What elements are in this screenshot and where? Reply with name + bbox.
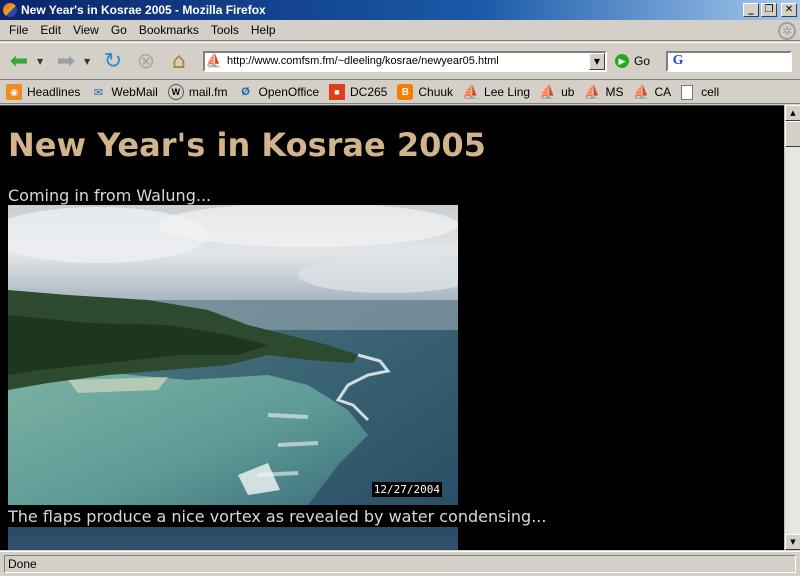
site-favicon-icon: ⛵ [205,53,223,69]
go-arrow-icon: ▶ [615,54,629,68]
menu-go[interactable]: Go [105,23,133,37]
rss-icon: ◉ [6,84,22,100]
menu-file[interactable]: File [3,23,34,37]
bookmark-ub[interactable]: ⛵ ub [539,83,574,100]
bookmark-mail-fm[interactable]: Wmail.fm [167,84,228,100]
blogger-icon: B [397,84,414,100]
w-logo-icon: W [167,84,184,100]
stop-button[interactable]: ⊗ [131,46,161,76]
search-box: G [666,50,793,72]
navigation-toolbar: ⬅ ▼ ➡ ▼ ↻ ⊗ ⌂ ⛵ ▼ ▶ Go G [0,42,800,80]
sail-icon: ⛵ [539,83,557,100]
bookmark-openoffice[interactable]: Ø OpenOffice [238,84,319,100]
page-title: New Year's in Kosrae 2005 [8,126,486,164]
back-history-dropdown[interactable]: ▼ [37,57,47,66]
scroll-up-button[interactable]: ▲ [785,105,800,121]
forward-history-dropdown[interactable]: ▼ [84,57,94,66]
photo-date-stamp: 12/27/2004 [371,482,442,497]
scroll-thumb[interactable] [785,121,800,147]
aerial-photo: 12/27/2004 [8,205,458,505]
sail-icon: ⛵ [583,83,602,100]
menu-help[interactable]: Help [245,23,282,37]
bookmark-chuuk[interactable]: B Chuuk [397,84,453,100]
bookmark-ca[interactable]: ⛵ CA [633,84,671,100]
url-history-dropdown[interactable]: ▼ [589,52,605,70]
vertical-scrollbar[interactable]: ▲ ▼ [784,105,800,550]
minimize-button[interactable]: _ [743,3,759,17]
page-icon [681,84,694,100]
throbber-icon: ✲ [778,22,796,40]
google-search-engine-icon[interactable]: G [668,53,688,69]
dc-icon: ■ [329,84,345,100]
mail-icon: ✉ [93,86,103,99]
back-button[interactable]: ⬅ [4,46,34,76]
page-content: New Year's in Kosrae 2005 Coming in from… [0,105,784,550]
go-button[interactable]: ▶ Go [615,54,650,68]
menu-tools[interactable]: Tools [205,23,245,37]
status-text: Done [4,555,796,573]
bookmark-headlines[interactable]: ◉ Headlines [6,84,80,100]
forward-button[interactable]: ➡ [51,46,81,76]
firefox-icon [3,3,17,17]
bookmarks-toolbar: ◉ Headlines ✉ WebMail Wmail.fm Ø OpenOffice… [0,81,800,104]
bookmark-dc265[interactable]: ■ DC265 [329,84,387,100]
photo-caption: Coming in from Walung... [8,186,212,205]
url-input[interactable] [223,55,589,67]
reload-button[interactable]: ↻ [98,46,128,76]
scroll-down-button[interactable]: ▼ [785,534,800,550]
menu-edit[interactable]: Edit [34,23,67,37]
window-title: New Year's in Kosrae 2005 - Mozilla Fire… [21,3,266,17]
menu-view[interactable]: View [67,23,105,37]
photo-caption: The flaps produce a nice vortex as revea… [8,507,547,526]
bookmark-webmail[interactable]: ✉ WebMail [90,84,158,100]
window-titlebar: New Year's in Kosrae 2005 - Mozilla Fire… [0,0,800,20]
sail-icon: ⛵ [462,83,480,100]
bookmark-lee-ling[interactable]: ⛵ Lee Ling [462,83,530,100]
bookmark-ms[interactable]: ⛵ MS [583,83,624,100]
menu-bar: File Edit View Go Bookmarks Tools Help ✲ [0,20,800,41]
openoffice-icon: Ø [241,86,250,98]
bookmark-cell[interactable]: cell [681,84,719,100]
address-bar: ⛵ ▼ [203,50,607,72]
vortex-photo [8,527,458,550]
home-button[interactable]: ⌂ [164,46,194,76]
menu-bookmarks[interactable]: Bookmarks [133,23,205,37]
close-button[interactable]: ✕ [781,3,797,17]
aerial-coast-image [8,205,458,505]
restore-button[interactable]: ❐ [761,3,777,17]
status-bar: Done [0,551,800,576]
go-label: Go [634,54,651,68]
search-input[interactable] [688,55,779,67]
sail-icon: ⛵ [632,83,651,100]
